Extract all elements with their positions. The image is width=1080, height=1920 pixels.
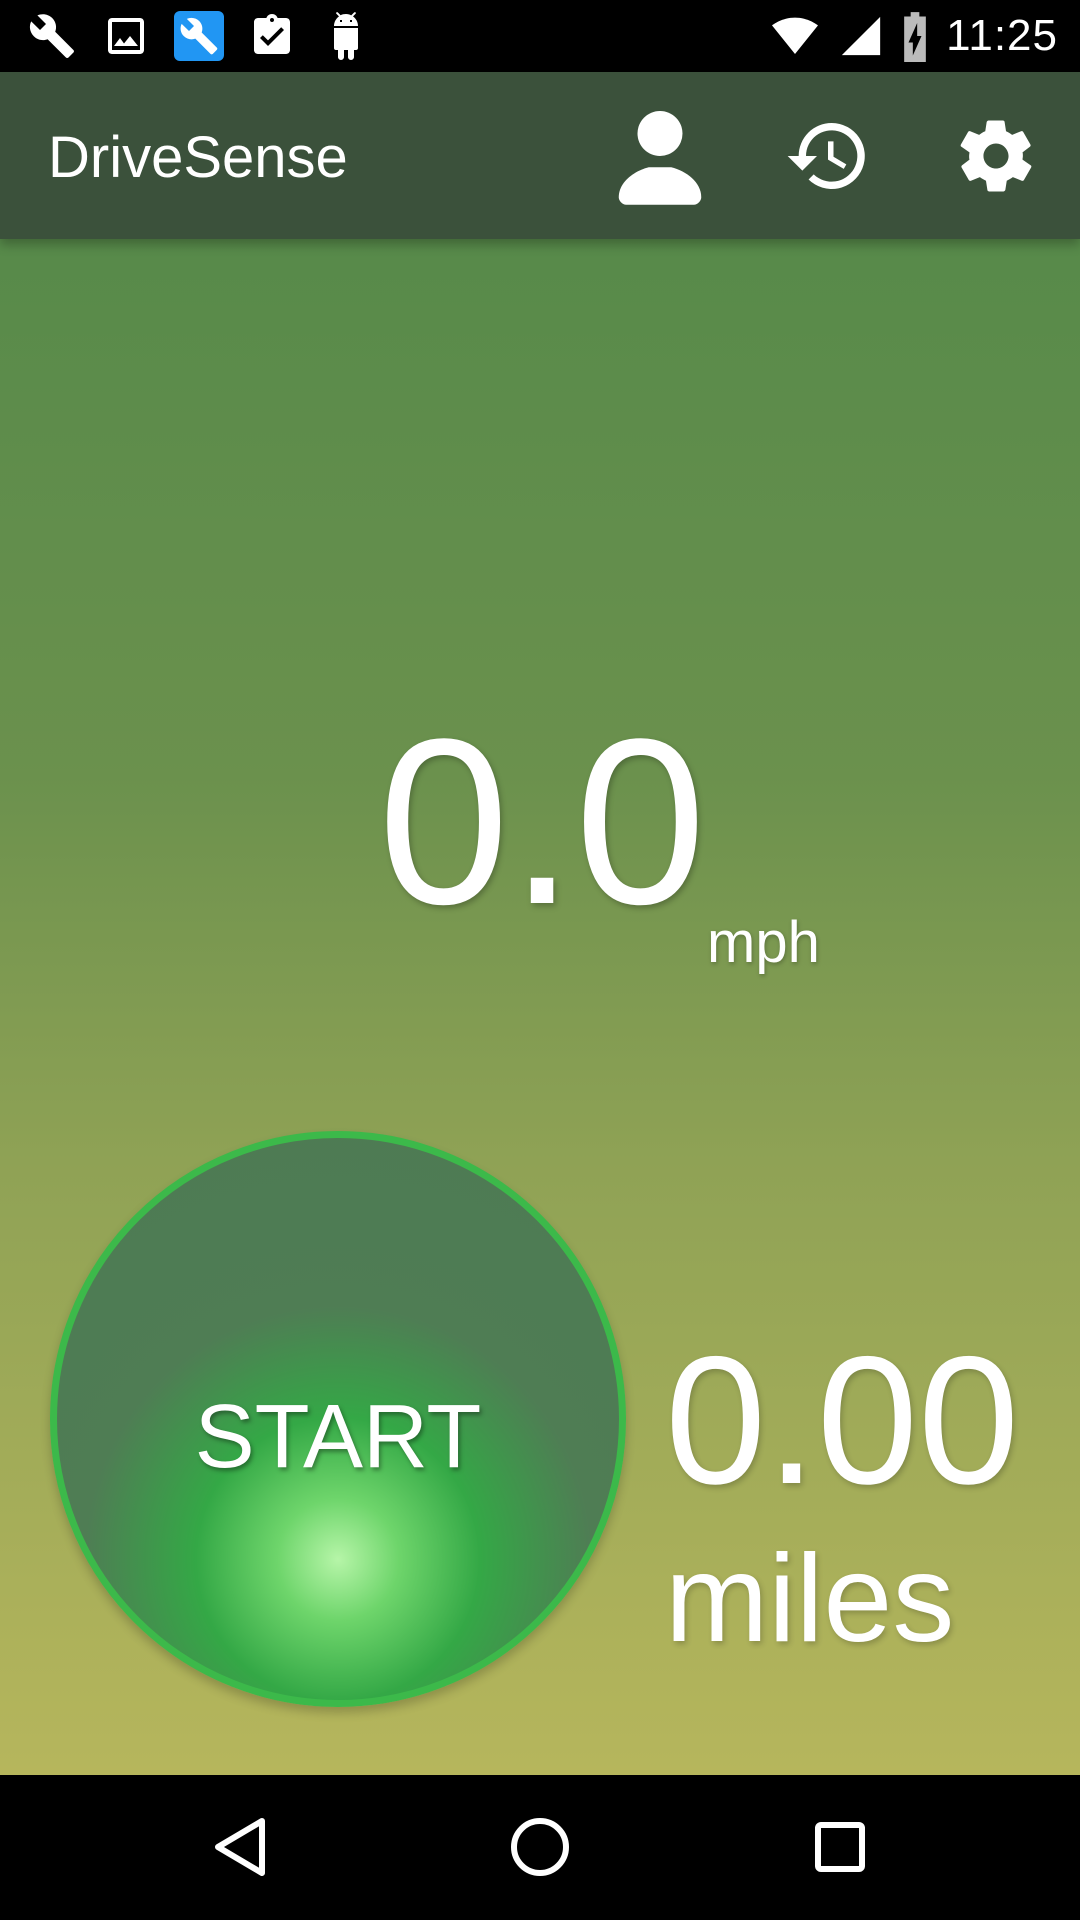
clock: 11:25	[946, 11, 1058, 60]
distance-unit: miles	[665, 1530, 955, 1668]
home-icon	[511, 1818, 569, 1876]
distance-value: 0.00	[665, 1318, 1020, 1522]
profile-icon	[618, 111, 702, 205]
profile-button[interactable]	[610, 106, 710, 206]
recents-button[interactable]	[790, 1797, 890, 1897]
navigation-bar	[0, 1775, 1080, 1920]
system-status: 11:25	[768, 0, 1058, 72]
app-title: DriveSense	[48, 125, 348, 190]
battery-charging-icon	[904, 12, 926, 62]
wifi-icon	[772, 17, 819, 55]
status-bar: 11:25	[0, 0, 1080, 72]
wrench-icon	[26, 10, 78, 62]
history-button[interactable]	[778, 106, 878, 206]
notification-icons	[26, 10, 372, 62]
history-icon	[787, 122, 865, 189]
cell-signal-icon	[841, 16, 881, 56]
back-icon	[215, 1818, 265, 1876]
image-icon	[100, 10, 152, 62]
dashboard: 0.0 mph START 0.00 miles	[0, 239, 1080, 1775]
recents-icon	[815, 1822, 865, 1872]
start-label: START	[194, 1387, 482, 1487]
clipboard-check-icon	[246, 10, 298, 62]
back-button[interactable]	[190, 1797, 290, 1897]
app-bar: DriveSense	[0, 72, 1080, 239]
start-button[interactable]: START	[50, 1131, 626, 1707]
home-button[interactable]	[490, 1797, 590, 1897]
speed-unit: mph	[707, 910, 820, 975]
android-icon	[320, 10, 372, 62]
wrench-blue-icon	[174, 11, 224, 61]
settings-button[interactable]	[946, 106, 1046, 206]
gear-icon	[960, 120, 1032, 192]
speed-value: 0.0	[378, 690, 707, 954]
